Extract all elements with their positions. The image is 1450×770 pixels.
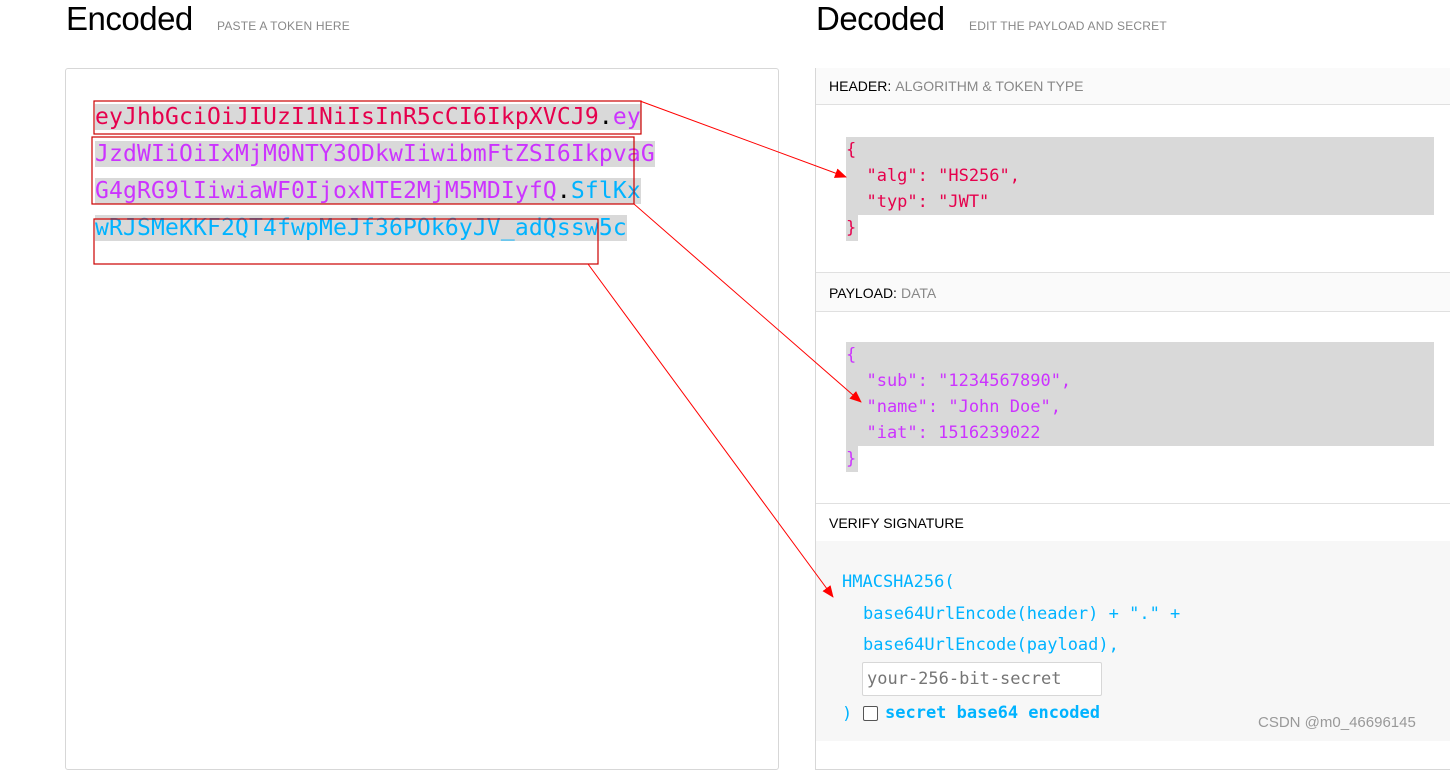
payload-section-desc: DATA <box>900 285 937 301</box>
header-section-heading: HEADER: ALGORITHM & TOKEN TYPE <box>816 68 1450 105</box>
encoded-subtitle: PASTE A TOKEN HERE <box>217 19 350 33</box>
encoded-token-line: G4gRG9lIiwiaWF0IjoxNTE2MjM5MDIyfQ.SflKx <box>95 173 685 210</box>
payload-json-editor[interactable]: { "sub": "1234567890", "name": "John Doe… <box>846 342 1434 446</box>
decoded-subtitle: EDIT THE PAYLOAD AND SECRET <box>969 19 1167 33</box>
header-json-line: "alg": "HS256", <box>846 166 1020 186</box>
token-payload-segment: G4gRG9lIiwiaWF0IjoxNTE2MjM5MDIyfQ <box>95 178 557 204</box>
header-section-desc: ALGORITHM & TOKEN TYPE <box>895 78 1084 94</box>
payload-section-heading: PAYLOAD: DATA <box>816 272 1450 312</box>
payload-section-label: PAYLOAD: <box>829 285 897 301</box>
encoded-token-line: wRJSMeKKF2QT4fwpMeJf36POk6yJV_adQssw5c <box>95 210 685 247</box>
watermark: CSDN @m0_46696145 <box>1258 714 1416 731</box>
token-header-segment: eyJhbGciOiJIUzI1NiIsInR5cCI6IkpXVCJ9 <box>95 104 599 130</box>
token-payload-segment: ey <box>612 104 641 130</box>
verify-section-label: VERIFY SIGNATURE <box>829 515 964 531</box>
encoded-token-text[interactable]: eyJhbGciOiJIUzI1NiIsInR5cCI6IkpXVCJ9.ey J… <box>95 99 685 247</box>
payload-json-closing: } <box>846 446 858 472</box>
header-section-label: HEADER: <box>829 78 892 94</box>
payload-json-line: "iat": 1516239022 <box>846 423 1041 443</box>
token-payload-segment: JzdWIiOiIxMjM0NTY3ODkwIiwibmFtZSI6IkpvaG <box>95 141 655 167</box>
verify-line-header: base64UrlEncode(header) + "." + <box>863 604 1181 624</box>
header-json-closing: } <box>846 215 858 241</box>
verify-close-paren: ) <box>842 704 853 724</box>
verify-section-heading: VERIFY SIGNATURE <box>816 503 1450 542</box>
token-signature-segment: wRJSMeKKF2QT4fwpMeJf36POk6yJV_adQssw5c <box>95 215 627 241</box>
encoded-token-line: JzdWIiOiIxMjM0NTY3ODkwIiwibmFtZSI6IkpvaG <box>95 136 685 173</box>
secret-base64-checkbox[interactable] <box>863 706 878 721</box>
encoded-title: Encoded <box>66 0 193 37</box>
verify-line-payload: base64UrlEncode(payload), <box>863 635 1119 655</box>
decoded-title: Decoded <box>816 0 945 37</box>
header-json-editor[interactable]: { "alg": "HS256", "typ": "JWT" <box>846 137 1434 215</box>
payload-json-line: { <box>846 345 857 365</box>
payload-json-line: "sub": "1234567890", <box>846 371 1072 391</box>
token-dot-segment: . <box>598 104 613 130</box>
token-dot-segment: . <box>556 178 571 204</box>
verify-line-hmac: HMACSHA256( <box>842 572 955 592</box>
secret-base64-label[interactable]: secret base64 encoded <box>885 703 1100 723</box>
secret-input[interactable] <box>862 662 1102 696</box>
token-signature-segment: SflKx <box>570 178 641 204</box>
encoded-token-line: eyJhbGciOiJIUzI1NiIsInR5cCI6IkpXVCJ9.ey <box>95 99 685 136</box>
header-json-line: { <box>846 140 857 160</box>
header-json-line: "typ": "JWT" <box>846 192 990 212</box>
payload-json-line: "name": "John Doe", <box>846 397 1061 417</box>
